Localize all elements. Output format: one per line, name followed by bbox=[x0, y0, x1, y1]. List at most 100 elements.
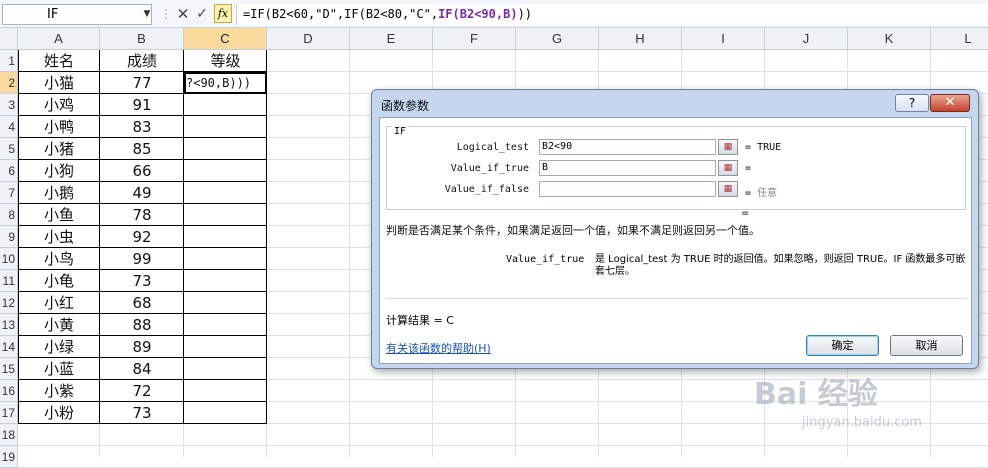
row-header-9[interactable]: 9 bbox=[0, 226, 18, 248]
score-cell[interactable]: 73 bbox=[100, 270, 184, 292]
column-header-d[interactable]: D bbox=[267, 28, 350, 50]
score-cell[interactable]: 99 bbox=[100, 248, 184, 270]
name-box[interactable]: IF bbox=[2, 4, 152, 25]
name-cell[interactable]: 小猪 bbox=[18, 138, 100, 160]
table-header-cell[interactable]: 姓名 bbox=[18, 50, 100, 72]
score-cell[interactable]: 91 bbox=[100, 94, 184, 116]
row-header-11[interactable]: 11 bbox=[0, 270, 18, 292]
arg-input-logical-test[interactable]: B2<90 bbox=[539, 139, 716, 155]
score-cell[interactable]: 78 bbox=[100, 204, 184, 226]
name-cell[interactable]: 小鸡 bbox=[18, 94, 100, 116]
insert-function-icon[interactable]: fx bbox=[214, 4, 232, 23]
arg-result-value-if-false: = 任意 bbox=[745, 184, 777, 199]
collapse-dialog-icon[interactable]: ▦ bbox=[718, 139, 738, 155]
score-cell[interactable]: 84 bbox=[100, 358, 184, 380]
row-header-10[interactable]: 10 bbox=[0, 248, 18, 270]
row-header-14[interactable]: 14 bbox=[0, 336, 18, 358]
arg-result-value: TRUE bbox=[757, 142, 782, 153]
column-header-e[interactable]: E bbox=[350, 28, 433, 50]
collapse-dialog-icon[interactable]: ▦ bbox=[718, 160, 738, 176]
cancel-icon[interactable]: ✕ bbox=[176, 5, 190, 23]
name-cell[interactable]: 小狗 bbox=[18, 160, 100, 182]
name-cell[interactable]: 小绿 bbox=[18, 336, 100, 358]
column-header-h[interactable]: H bbox=[599, 28, 682, 50]
name-cell[interactable]: 小鸟 bbox=[18, 248, 100, 270]
score-cell[interactable]: 83 bbox=[100, 116, 184, 138]
arg-label-logical-test: Logical_test bbox=[456, 142, 529, 153]
row-header-7[interactable]: 7 bbox=[0, 182, 18, 204]
cancel-button[interactable]: 取消 bbox=[890, 335, 963, 356]
column-header-j[interactable]: J bbox=[765, 28, 848, 50]
gridline bbox=[349, 50, 350, 457]
name-cell[interactable]: 小鸭 bbox=[18, 116, 100, 138]
cell-border bbox=[184, 292, 267, 314]
score-cell[interactable]: 72 bbox=[100, 380, 184, 402]
row-header-2[interactable]: 2 bbox=[0, 72, 18, 94]
cell-border bbox=[184, 138, 267, 160]
eq-sign: = bbox=[745, 142, 752, 153]
row-header-18[interactable]: 18 bbox=[0, 424, 18, 446]
cell-border bbox=[184, 94, 267, 116]
function-help-link[interactable]: 有关该函数的帮助(H) bbox=[386, 340, 491, 356]
score-cell[interactable]: 92 bbox=[100, 226, 184, 248]
argument-description-text: 是 Logical_test 为 TRUE 时的返回值。如果忽略，则返回 TRU… bbox=[595, 254, 966, 277]
chevron-down-icon[interactable]: ▼ bbox=[141, 6, 153, 22]
row-header-3[interactable]: 3 bbox=[0, 94, 18, 116]
name-cell[interactable]: 小猫 bbox=[18, 72, 100, 94]
row-header-19[interactable]: 19 bbox=[0, 446, 18, 468]
name-cell[interactable]: 小红 bbox=[18, 292, 100, 314]
formula-prefix: =IF(B2<60,"D",IF(B2<80,"C", bbox=[243, 7, 439, 21]
row-header-4[interactable]: 4 bbox=[0, 116, 18, 138]
name-cell[interactable]: 小蓝 bbox=[18, 358, 100, 380]
score-cell[interactable]: 89 bbox=[100, 336, 184, 358]
row-header-17[interactable]: 17 bbox=[0, 402, 18, 424]
cell-border bbox=[184, 270, 267, 292]
score-cell[interactable]: 68 bbox=[100, 292, 184, 314]
collapse-dialog-icon[interactable]: ▦ bbox=[718, 181, 738, 197]
column-header-c[interactable]: C bbox=[184, 28, 267, 50]
name-cell[interactable]: 小龟 bbox=[18, 270, 100, 292]
column-header-l[interactable]: L bbox=[931, 28, 988, 50]
name-cell[interactable]: 小鹅 bbox=[18, 182, 100, 204]
name-cell[interactable]: 小粉 bbox=[18, 402, 100, 424]
score-cell[interactable]: 85 bbox=[100, 138, 184, 160]
close-button[interactable]: ✕ bbox=[930, 94, 970, 112]
enter-icon[interactable]: ✓ bbox=[195, 5, 209, 23]
score-cell[interactable]: 49 bbox=[100, 182, 184, 204]
name-cell[interactable]: 小鱼 bbox=[18, 204, 100, 226]
column-header-a[interactable]: A bbox=[18, 28, 100, 50]
formula-bold-part: IF(B2<90,B) bbox=[438, 7, 518, 21]
column-header-i[interactable]: I bbox=[682, 28, 765, 50]
active-cell-c2[interactable]: ?<90,B))) bbox=[184, 72, 267, 94]
name-cell[interactable]: 小黄 bbox=[18, 314, 100, 336]
arg-result-value: 任意 bbox=[757, 188, 778, 199]
score-cell[interactable]: 73 bbox=[100, 402, 184, 424]
column-header-f[interactable]: F bbox=[433, 28, 516, 50]
row-header-6[interactable]: 6 bbox=[0, 160, 18, 182]
help-button[interactable]: ? bbox=[895, 94, 929, 112]
column-header-g[interactable]: G bbox=[516, 28, 599, 50]
ok-button[interactable]: 确定 bbox=[806, 335, 879, 356]
column-header-k[interactable]: K bbox=[848, 28, 931, 50]
arg-result-logical-test: = TRUE bbox=[745, 142, 781, 153]
splitter-icon[interactable]: ⋮ bbox=[160, 6, 172, 22]
arg-input-value-if-true[interactable]: B bbox=[539, 160, 716, 176]
table-header-cell[interactable]: 成绩 bbox=[100, 50, 184, 72]
score-cell[interactable]: 66 bbox=[100, 160, 184, 182]
row-header-5[interactable]: 5 bbox=[0, 138, 18, 160]
score-cell[interactable]: 77 bbox=[100, 72, 184, 94]
row-header-16[interactable]: 16 bbox=[0, 380, 18, 402]
row-header-12[interactable]: 12 bbox=[0, 292, 18, 314]
row-header-1[interactable]: 1 bbox=[0, 50, 18, 72]
row-header-13[interactable]: 13 bbox=[0, 314, 18, 336]
name-cell[interactable]: 小虫 bbox=[18, 226, 100, 248]
name-cell[interactable]: 小紫 bbox=[18, 380, 100, 402]
row-header-15[interactable]: 15 bbox=[0, 358, 18, 380]
arg-input-value-if-false[interactable] bbox=[539, 181, 716, 197]
select-all-corner[interactable] bbox=[0, 28, 18, 50]
score-cell[interactable]: 88 bbox=[100, 314, 184, 336]
column-header-b[interactable]: B bbox=[100, 28, 184, 50]
table-header-cell[interactable]: 等级 bbox=[184, 50, 267, 72]
formula-input[interactable]: =IF(B2<60,"D",IF(B2<80,"C",IF(B2<90,B))) bbox=[236, 4, 988, 25]
row-header-8[interactable]: 8 bbox=[0, 204, 18, 226]
